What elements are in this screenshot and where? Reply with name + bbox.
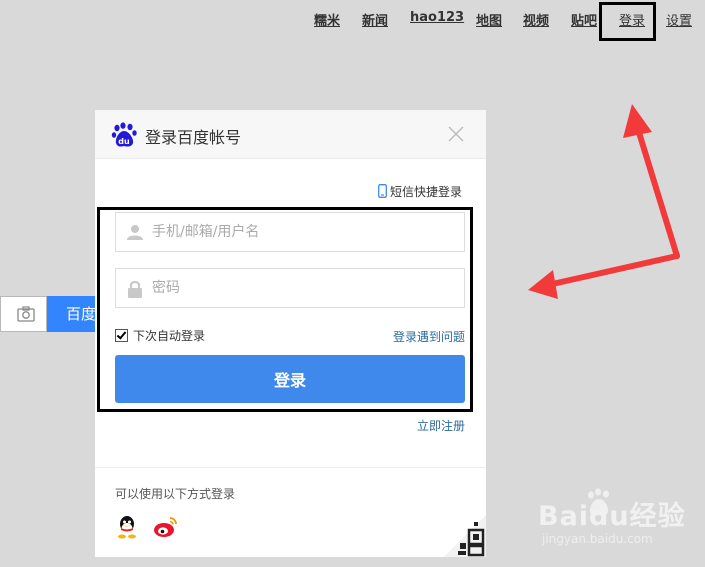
watermark-brand: Baidu经验 [538,501,686,532]
watermark-url: jingyan.baidu.com [542,532,653,546]
annotation-arrows [528,104,680,299]
